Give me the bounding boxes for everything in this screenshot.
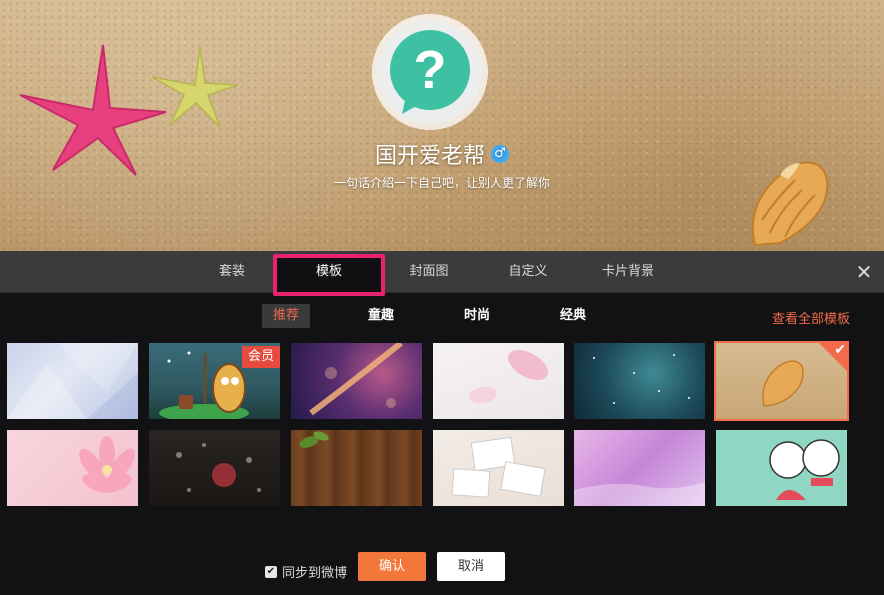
subcat-classic[interactable]: 经典	[549, 304, 597, 328]
sync-checkbox[interactable]: ✔	[265, 565, 277, 578]
subcat-recommended[interactable]: 推荐	[262, 304, 310, 328]
subcat-fashion[interactable]: 时尚	[453, 304, 501, 328]
raindrop-pattern	[176, 443, 261, 492]
tab-template[interactable]: 模板	[277, 251, 381, 293]
member-badge: 会员	[242, 346, 280, 368]
confirm-button[interactable]: 确认	[358, 552, 426, 581]
svg-text:?: ?	[414, 40, 447, 100]
geometric-pattern	[7, 343, 138, 419]
template-thumbnail-purple-lights[interactable]	[291, 343, 422, 419]
template-thumbnail-raindrops[interactable]	[149, 430, 280, 506]
profile-name-row: 国开爱老帮 ♂	[0, 138, 884, 170]
template-thumbnail-geometric[interactable]	[7, 343, 138, 419]
sync-to-weibo-option[interactable]: ✔ 同步到微博	[265, 562, 347, 581]
template-thumbnail-cats[interactable]	[716, 430, 847, 506]
template-thumbnail-cartoon-member[interactable]: 会员	[149, 343, 280, 419]
template-thumbnail-pink-flower[interactable]	[7, 430, 138, 506]
tab-suite[interactable]: 套装	[205, 251, 259, 293]
template-thumbnail-purple-mist[interactable]	[574, 430, 705, 506]
leaves	[299, 431, 329, 448]
photo-stack	[451, 436, 546, 498]
template-thumbnail-starry-sky[interactable]	[574, 343, 705, 419]
profile-header: ? 国开爱老帮 ♂ 一句话介绍一下自己吧，让别人更了解你	[0, 0, 884, 251]
yellow-starfish-image	[151, 46, 239, 128]
tab-cover[interactable]: 封面图	[396, 251, 462, 293]
male-icon: ♂	[491, 145, 509, 163]
avatar[interactable]: ?	[378, 20, 482, 124]
tab-card-background[interactable]: 卡片背景	[592, 251, 664, 293]
mist-scene	[574, 482, 705, 506]
star-dots	[593, 354, 690, 404]
lily-flower	[79, 436, 135, 493]
template-thumbnail-petals[interactable]	[433, 343, 564, 419]
subcat-kids[interactable]: 童趣	[357, 304, 405, 328]
petals-pattern	[469, 349, 548, 404]
profile-intro[interactable]: 一句话介绍一下自己吧，让别人更了解你	[0, 174, 884, 191]
skin-tab-bar: 套装 封面图 自定义 卡片背景	[0, 251, 884, 293]
view-all-templates-link[interactable]: 查看全部模板	[772, 308, 850, 327]
sync-label: 同步到微博	[282, 566, 348, 581]
tab-custom[interactable]: 自定义	[497, 251, 559, 293]
template-thumbnail-seashell-selected[interactable]: ✔	[714, 341, 849, 421]
question-bubble-icon: ?	[390, 30, 470, 114]
skin-settings-panel: ? 国开爱老帮 ♂ 一句话介绍一下自己吧，让别人更了解你 套装 封面图 自定义 …	[0, 0, 884, 595]
bokeh-lights	[309, 343, 403, 416]
cartoon-cats	[769, 439, 840, 500]
template-thumbnail-photos[interactable]	[433, 430, 564, 506]
close-icon[interactable]: ✕	[854, 262, 874, 282]
template-subcategory-row: 推荐 童趣 时尚 经典	[0, 304, 884, 330]
cancel-button[interactable]: 取消	[437, 552, 505, 581]
profile-name: 国开爱老帮	[374, 144, 485, 169]
avatar-frame[interactable]: ?	[372, 14, 488, 130]
checkmark-icon: ✔	[834, 342, 846, 358]
template-thumbnail-wood[interactable]	[291, 430, 422, 506]
